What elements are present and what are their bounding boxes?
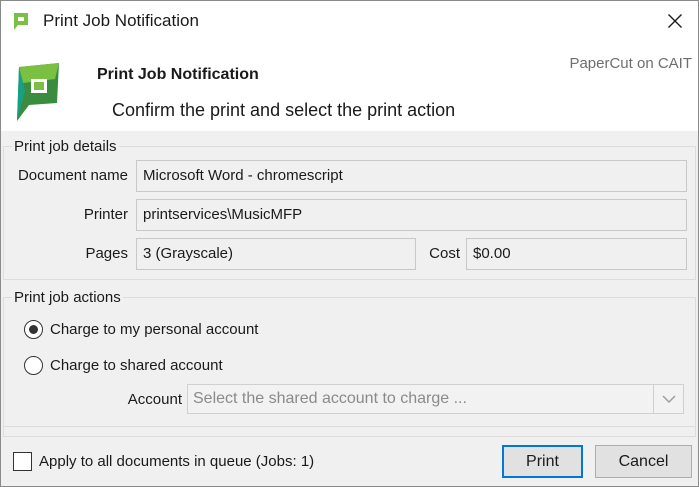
close-button[interactable] (652, 1, 698, 41)
brand-label: PaperCut on CAIT (569, 55, 692, 72)
header-subtitle: Confirm the print and select the print a… (112, 100, 456, 120)
charge-personal-radio[interactable] (24, 320, 43, 339)
charge-shared-option[interactable]: Charge to shared account (24, 356, 223, 375)
apply-all-option[interactable]: Apply to all documents in queue (Jobs: 1… (13, 452, 314, 471)
actions-group-title: Print job actions (12, 289, 123, 307)
pages-field[interactable]: 3 (Grayscale) (136, 238, 416, 270)
print-job-details-group: Print job details Document name Microsof… (3, 138, 696, 280)
apply-all-label: Apply to all documents in queue (Jobs: 1… (39, 453, 315, 470)
window-title: Print Job Notification (43, 11, 199, 30)
footer-divider (3, 426, 696, 427)
papercut-app-icon (14, 13, 28, 30)
print-job-dialog: Print Job Notification Print Job Notific… (0, 0, 699, 487)
dropdown-arrow[interactable] (653, 385, 683, 413)
charge-personal-label: Charge to my personal account (50, 321, 259, 338)
chevron-down-icon (662, 395, 675, 403)
dialog-body: Print job details Document name Microsof… (1, 131, 698, 486)
cost-field[interactable]: $0.00 (466, 238, 687, 270)
charge-personal-option[interactable]: Charge to my personal account (24, 320, 258, 339)
print-job-actions-group: Print job actions Charge to my personal … (3, 289, 696, 437)
apply-all-checkbox[interactable] (13, 452, 32, 471)
close-icon (668, 14, 682, 28)
charge-shared-label: Charge to shared account (50, 357, 223, 374)
printer-field[interactable]: printservices\MusicMFP (136, 199, 687, 231)
cost-label: Cost (429, 245, 460, 262)
cancel-button[interactable]: Cancel (595, 445, 692, 478)
title-bar: Print Job Notification (1, 1, 698, 41)
charge-shared-radio[interactable] (24, 356, 43, 375)
details-group-title: Print job details (12, 138, 119, 156)
shared-account-select[interactable]: Select the shared account to charge ... (187, 384, 684, 414)
papercut-logo (17, 63, 59, 121)
account-label: Account (127, 391, 182, 408)
shared-account-placeholder: Select the shared account to charge ... (193, 390, 467, 407)
document-name-field[interactable]: Microsoft Word - chromescript (136, 160, 687, 192)
printer-label: Printer (83, 206, 128, 223)
pages-label: Pages (85, 245, 128, 262)
print-button[interactable]: Print (502, 445, 583, 478)
document-name-label: Document name (17, 167, 128, 184)
dialog-header: Print Job Notification Confirm the print… (1, 41, 698, 131)
header-title: Print Job Notification (97, 66, 259, 83)
